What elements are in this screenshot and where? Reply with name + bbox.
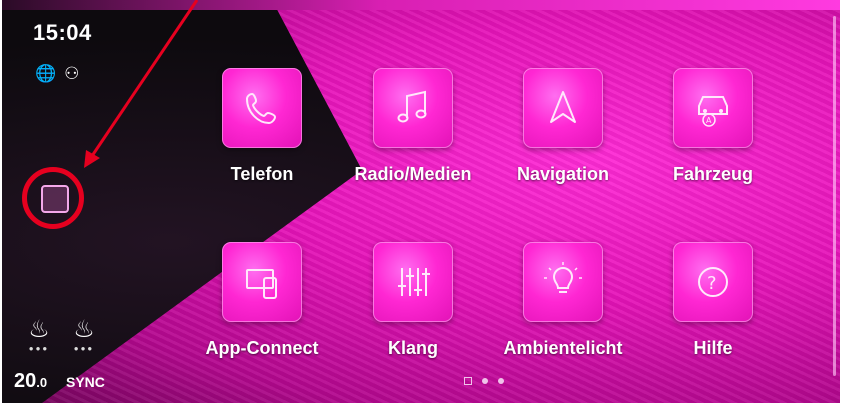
annotation-arrow	[84, 0, 199, 168]
